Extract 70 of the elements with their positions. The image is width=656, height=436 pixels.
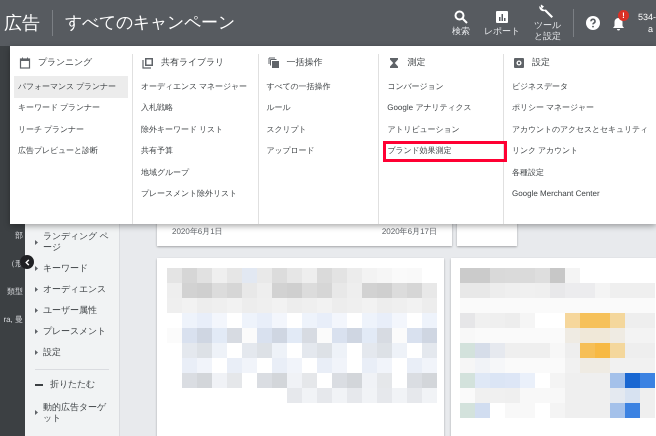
toolbar-button[interactable]: ツール と設定 xyxy=(534,4,561,42)
sidebar-item[interactable]: プレースメント xyxy=(43,326,106,337)
search-icon xyxy=(454,10,468,24)
minus-icon xyxy=(35,384,43,386)
menu-heading: 設定 xyxy=(532,56,550,70)
menu-item[interactable]: ブランド効果測定 xyxy=(383,140,507,162)
menu-heading: 一括操作 xyxy=(286,56,322,70)
menu-item[interactable]: 地域グループ xyxy=(136,162,254,184)
menu-item[interactable]: 広告プレビューと診断 xyxy=(14,140,128,162)
date-label: 2020年6月17日 xyxy=(382,226,437,238)
bell-icon[interactable] xyxy=(612,17,625,31)
menu-item[interactable]: プレースメント除外リスト xyxy=(136,184,254,205)
caret-icon xyxy=(35,308,38,313)
menu-heading: 測定 xyxy=(407,56,426,70)
menu-item[interactable]: Google Merchant Center xyxy=(508,184,652,205)
menu-item[interactable]: パフォーマンス プランナー xyxy=(14,76,128,98)
menu-item[interactable]: 入札戦略 xyxy=(136,98,254,119)
toolbar-button[interactable]: レポート xyxy=(484,10,520,36)
account-id: 534- xyxy=(638,11,656,23)
chevron-left-icon xyxy=(24,258,30,266)
collapse-chevron-button[interactable] xyxy=(20,255,34,269)
menu-item[interactable]: 共有予算 xyxy=(136,140,254,162)
sidebar-item[interactable]: ユーザー属性 xyxy=(43,305,97,316)
menu-item[interactable]: 各種設定 xyxy=(508,162,652,184)
menu-item[interactable]: リンク アカウント xyxy=(508,140,652,162)
menu-item[interactable]: アカウントのアクセスとセキュリティ xyxy=(508,119,652,140)
hourglass-icon xyxy=(388,57,400,69)
caret-icon xyxy=(35,329,38,334)
caret-icon xyxy=(35,240,38,244)
bar-chart-icon xyxy=(494,10,509,24)
library-icon xyxy=(142,57,154,69)
date-label: 2020年6月1日 xyxy=(172,226,223,238)
sidebar-item[interactable]: オーディエンス xyxy=(43,284,106,295)
menu-item[interactable]: キーワード プランナー xyxy=(14,98,128,119)
menu-item[interactable]: アップロード xyxy=(262,140,374,162)
toolbar-button[interactable]: 検索 xyxy=(452,10,470,36)
menu-item[interactable]: ルール xyxy=(262,98,374,119)
caret-icon xyxy=(35,350,38,355)
sidebar-item[interactable]: 設定 xyxy=(43,347,61,358)
sidebar-item[interactable]: ランディング ページ xyxy=(43,231,109,253)
help-icon[interactable] xyxy=(586,16,600,30)
sidebar-item[interactable]: 動的広告ターゲット xyxy=(43,402,109,424)
menu-heading: 共有ライブラリ xyxy=(160,56,224,70)
calendar-icon xyxy=(19,57,31,69)
caret-icon xyxy=(35,266,38,271)
menu-item[interactable]: すべての一括操作 xyxy=(262,76,374,98)
page-title: すべてのキャンペーン xyxy=(65,12,235,34)
wrench-icon xyxy=(539,4,556,18)
caret-icon xyxy=(35,287,38,292)
menu-item[interactable]: アトリビューション xyxy=(383,119,499,140)
account-email: a xyxy=(648,23,654,35)
caret-icon xyxy=(35,410,38,415)
truncated-label: ra, 曼 xyxy=(3,314,23,326)
truncated-label: 類型 xyxy=(7,286,23,298)
sidebar-item[interactable]: キーワード xyxy=(43,263,88,274)
menu-heading: プランニング xyxy=(38,56,92,70)
settings-icon xyxy=(513,57,525,69)
menu-item[interactable]: オーディエンス マネージャー xyxy=(136,76,254,98)
menu-item[interactable]: 除外キーワード リスト xyxy=(136,119,254,140)
menu-item[interactable]: リーチ プランナー xyxy=(14,119,128,140)
product-name: 広告 xyxy=(4,12,40,34)
truncated-label: 部 xyxy=(15,230,23,242)
collapse-button[interactable]: 折りたたむ xyxy=(50,378,95,392)
copy-icon xyxy=(268,57,280,69)
menu-item[interactable]: スクリプト xyxy=(262,119,374,140)
menu-item[interactable]: ビジネスデータ xyxy=(508,76,652,98)
notification-badge: ! xyxy=(618,10,629,21)
menu-item[interactable]: コンバージョン xyxy=(383,76,499,98)
menu-item[interactable]: Google アナリティクス xyxy=(383,98,499,119)
menu-item[interactable]: ポリシー マネージャー xyxy=(508,98,652,119)
